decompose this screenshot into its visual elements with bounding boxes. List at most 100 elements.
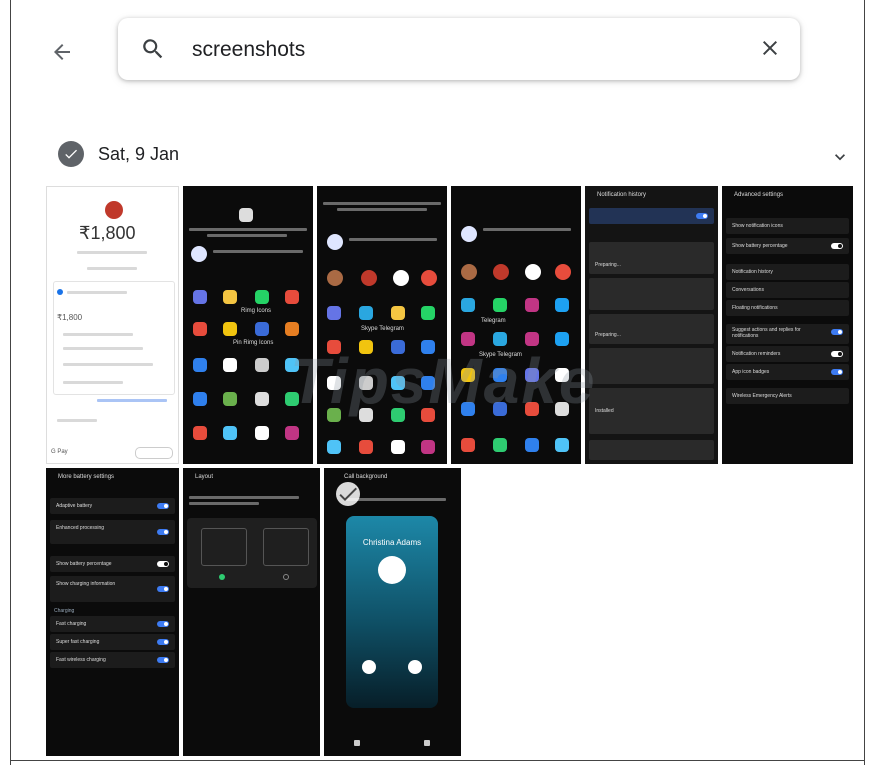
app-icon <box>255 322 269 336</box>
text-line <box>63 381 123 384</box>
screenshot-thumbnail-share-3[interactable]: Telegram Skype Telegram <box>451 186 581 464</box>
settings-label: Show charging information <box>56 581 116 587</box>
toggle-switch <box>831 369 843 375</box>
layout-option-preview <box>201 528 247 566</box>
toggle-knob <box>164 622 168 626</box>
settings-row: Fast charging <box>50 616 175 632</box>
search-input[interactable] <box>190 34 714 66</box>
screenshot-thumbnail-notification-history[interactable]: Notification history Preparing... Prepar… <box>585 186 718 464</box>
app-icon <box>461 368 475 382</box>
text-line <box>63 333 133 336</box>
contact-avatar <box>327 270 343 286</box>
payment-status-card <box>53 281 175 395</box>
screenshot-thumbnail-call-background[interactable]: Call background Christina Adams <box>324 468 461 756</box>
screen-title: More battery settings <box>58 474 115 480</box>
app-icon <box>359 408 373 422</box>
notification-card: Installed <box>589 388 714 434</box>
bottom-nav-icon <box>354 740 360 746</box>
app-icon <box>255 426 269 440</box>
text-line <box>77 251 147 254</box>
settings-label: App icon badges <box>732 369 770 375</box>
toggle-knob <box>164 640 168 644</box>
app-icon <box>193 290 207 304</box>
contact-name: Christina Adams <box>362 538 422 547</box>
screenshot-thumbnail-payment[interactable]: ₹1,800 ₹1,800 G Pay <box>46 186 179 464</box>
text-line <box>63 363 153 366</box>
settings-row: Enhanced processing <box>50 520 175 544</box>
app-icon <box>327 408 341 422</box>
settings-row: Adaptive battery <box>50 498 175 514</box>
balance-amount: ₹1,800 <box>57 313 83 322</box>
screenshot-thumbnail-battery-settings[interactable]: More battery settings Adaptive battery E… <box>46 468 179 756</box>
settings-label: Conversations <box>732 287 764 293</box>
toggle-switch <box>157 561 169 567</box>
screen-title: Layout <box>195 474 214 480</box>
app-icon <box>525 368 539 382</box>
toggle-knob <box>838 244 842 248</box>
settings-row: Show notification icons <box>726 218 849 234</box>
contact-avatar <box>327 234 343 250</box>
settings-label: Notification history <box>732 269 773 275</box>
search-bar[interactable] <box>118 18 800 80</box>
toggle-knob <box>703 214 707 218</box>
settings-row: Show battery percentage <box>726 238 849 254</box>
text-line <box>189 502 259 505</box>
app-icon <box>525 332 539 346</box>
clear-search-button[interactable] <box>758 36 782 65</box>
settings-label: Fast charging <box>56 621 87 627</box>
settings-row: Floating notifications <box>726 300 849 316</box>
gpay-logo: G Pay <box>51 449 68 455</box>
select-group-checkbox[interactable] <box>58 141 84 167</box>
toggle-knob <box>838 352 842 356</box>
back-button[interactable] <box>44 34 80 70</box>
app-icon <box>255 358 269 372</box>
notification-card: Preparing... <box>589 242 714 274</box>
toggle-knob <box>838 370 842 374</box>
settings-row: Fast wireless charging <box>50 652 175 668</box>
app-icon <box>525 402 539 416</box>
notification-text: Installed <box>595 408 614 414</box>
app-icon <box>525 298 539 312</box>
text-line <box>87 267 137 270</box>
settings-row: Notification history <box>726 264 849 280</box>
collapse-group-button[interactable] <box>830 147 850 172</box>
notification-card: Preparing... <box>589 314 714 344</box>
share-label: Skype Telegram <box>361 326 404 332</box>
notification-text: Preparing... <box>595 332 621 338</box>
call-preview-card: Christina Adams <box>346 516 438 708</box>
check-icon <box>65 149 77 159</box>
settings-row: Show battery percentage <box>50 556 175 572</box>
screenshot-thumbnail-share-1[interactable]: Rimg Icons Pin Rimg Icons <box>183 186 313 464</box>
contact-avatar <box>493 264 509 280</box>
screenshot-thumbnail-share-2[interactable]: Skype Telegram <box>317 186 447 464</box>
app-icon <box>391 408 405 422</box>
app-icon <box>285 392 299 406</box>
text-line <box>57 419 97 422</box>
app-icon <box>285 322 299 336</box>
date-group-header: Sat, 9 Jan <box>58 141 848 171</box>
toggle-switch <box>831 329 843 335</box>
app-icon <box>421 306 435 320</box>
share-label: Pin Rimg Icons <box>233 340 274 346</box>
app-icon <box>391 306 405 320</box>
screenshot-thumbnail-advanced-settings[interactable]: Advanced settings Show notification icon… <box>722 186 853 464</box>
answer-call-icon <box>362 660 376 674</box>
avatar <box>105 201 123 219</box>
app-icon <box>493 438 507 452</box>
screenshot-thumbnail-layout[interactable]: Layout <box>183 468 320 756</box>
settings-label: Adaptive battery <box>56 503 93 509</box>
link-line <box>97 399 167 402</box>
settings-row <box>589 208 714 224</box>
chevron-down-icon <box>835 154 845 161</box>
app-icon <box>193 392 207 406</box>
app-icon <box>555 438 569 452</box>
text-line <box>337 208 427 211</box>
text-line <box>483 228 571 231</box>
app-icon <box>391 440 405 454</box>
settings-label: Super fast charging <box>56 639 100 645</box>
app-icon <box>223 358 237 372</box>
settings-label: Wireless Emergency Alerts <box>732 393 792 399</box>
settings-row: Conversations <box>726 282 849 298</box>
app-icon <box>223 392 237 406</box>
app-icon <box>555 332 569 346</box>
